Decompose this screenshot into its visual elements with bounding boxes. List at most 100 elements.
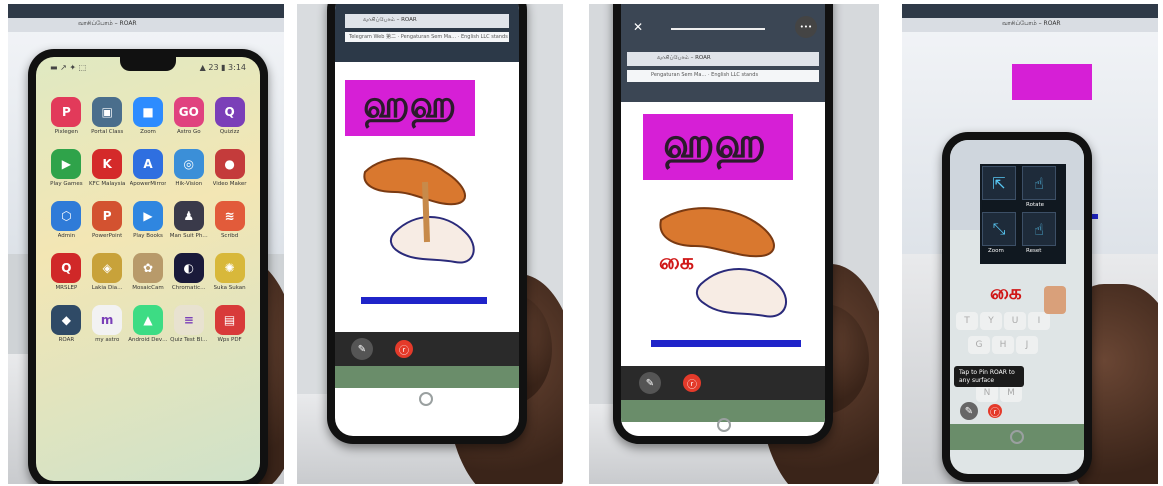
smartphone: ✕ ••• வாசிப்போம் – ROAR Pengaturan Sem M…	[613, 4, 833, 444]
rotate-label: Rotate	[1026, 202, 1045, 208]
keyboard-key: T	[956, 312, 978, 330]
pin-tooltip: Tap to Pin ROAR to any surface	[954, 366, 1024, 387]
app-icon-6[interactable]: K KFC Malaysia	[87, 149, 128, 187]
home-button-icon[interactable]	[717, 418, 731, 432]
app-icon-9[interactable]: ● Video Maker	[209, 149, 250, 187]
app-glyph-icon: A	[132, 149, 163, 179]
reset-label: Reset	[1026, 248, 1042, 254]
ar-toolbar: ✎ ⓡ	[335, 332, 519, 366]
zoom-tool-icon[interactable]: ⤡	[982, 212, 1016, 246]
app-glyph-icon: ▶	[132, 201, 163, 231]
app-glyph-icon: P	[92, 201, 123, 231]
underline-bar	[651, 340, 801, 347]
app-glyph-icon: ▲	[132, 305, 163, 335]
app-icon-16[interactable]: ◈ Lakia Dia…	[87, 253, 128, 291]
keyboard-key: Y	[980, 312, 1002, 330]
underline-bar	[361, 297, 487, 304]
app-icon-23[interactable]: ≡ Quiz Test Bl…	[168, 305, 209, 343]
app-icon-17[interactable]: ✿ MosaicCam	[128, 253, 169, 291]
app-glyph-icon: ▤	[214, 305, 245, 335]
app-label: my astro	[95, 337, 120, 343]
camera-tab-strip: வாசிப்போம் – ROAR	[345, 14, 509, 28]
title-glyph: ஹஹ	[663, 118, 766, 167]
app-label: KFC Malaysia	[88, 181, 126, 187]
keyboard-key: J	[1016, 336, 1038, 354]
app-label: PowerPoint	[92, 233, 123, 239]
keyboard-key: I	[1028, 312, 1050, 330]
app-glyph-icon: ≋	[214, 201, 245, 231]
app-icon-21[interactable]: m my astro	[87, 305, 128, 343]
front-camera-notch	[120, 57, 176, 71]
app-label: Scribd	[220, 233, 239, 239]
camera-monitor-top: வாசிப்போம் – ROAR Telegram Web 第二 · Peng…	[335, 4, 519, 62]
app-icon-13[interactable]: ♟ Man Suit Ph…	[168, 201, 209, 239]
ar-camera-view: வாசிப்போம் – ROAR Telegram Web 第二 · Peng…	[335, 4, 519, 436]
app-icon-4[interactable]: Q Quizizz	[209, 97, 250, 135]
camera-monitor-top: ✕ ••• வாசிப்போம் – ROAR Pengaturan Sem M…	[621, 4, 825, 102]
app-glyph-icon: ■	[132, 97, 163, 127]
status-left: ▬ ↗ ✦ ⬚	[50, 63, 87, 72]
monitor-browser-bar	[8, 4, 284, 18]
app-icon-20[interactable]: ◆ ROAR	[46, 305, 87, 343]
monitor-title-banner	[1012, 64, 1092, 100]
app-glyph-icon: ◎	[173, 149, 204, 179]
app-label: Chromatic…	[171, 285, 206, 291]
app-label: Pixlegen	[54, 129, 79, 135]
app-icon-0[interactable]: P Pixlegen	[46, 97, 87, 135]
more-options-icon[interactable]: •••	[795, 16, 817, 38]
app-icon-7[interactable]: A ApowerMirror	[128, 149, 169, 187]
app-icon-2[interactable]: ■ Zoom	[128, 97, 169, 135]
reset-tool-icon[interactable]: ☝	[1022, 212, 1056, 246]
app-icon-3[interactable]: GO Astro Go	[168, 97, 209, 135]
app-icon-18[interactable]: ◐ Chromatic…	[168, 253, 209, 291]
monitor-browser-bar	[902, 4, 1158, 18]
app-icon-1[interactable]: ▣ Portal Class	[87, 97, 128, 135]
pan-tool-icon[interactable]: ☝	[1022, 166, 1056, 200]
app-label: Play Books	[133, 233, 163, 239]
app-label: MosaicCam	[132, 285, 164, 291]
app-icon-10[interactable]: ⬡ Admin	[46, 201, 87, 239]
ar-record-button[interactable]: ⓡ	[988, 404, 1002, 419]
smartphone: வாசிப்போம் – ROAR Telegram Web 第二 · Peng…	[327, 4, 527, 444]
home-button-icon[interactable]	[1010, 430, 1024, 444]
app-icon-22[interactable]: ▲ Android Dev…	[128, 305, 169, 343]
title-glyph: ஹஹ	[363, 82, 457, 126]
home-screen: ▬ ↗ ✦ ⬚ ▲ 23 ▮ 3:14 P Pixlegen ▣ Portal Cla…	[36, 57, 260, 481]
ar-record-button[interactable]: ⓡ	[395, 340, 413, 358]
pin-icon[interactable]: ✎	[351, 338, 373, 360]
ar-camera-view: ⇱ ☝ Rotate ⤡ ☝ Zoom Reset TYUIGHJNM கை T…	[950, 140, 1084, 474]
app-icon-11[interactable]: P PowerPoint	[87, 201, 128, 239]
progress-line	[671, 28, 765, 30]
smartphone: ▬ ↗ ✦ ⬚ ▲ 23 ▮ 3:14 P Pixlegen ▣ Portal Cla…	[28, 49, 268, 484]
app-icon-14[interactable]: ≋ Scribd	[209, 201, 250, 239]
pin-icon[interactable]: ✎	[639, 372, 661, 394]
app-glyph-icon: ●	[214, 149, 245, 179]
app-icon-15[interactable]: Q MRSLEP	[46, 253, 87, 291]
app-label: ROAR	[58, 337, 75, 343]
photo-ar-menu: வாசிப்போம் – ROAR ⇱ ☝ Rotate ⤡ ☝ Zoom Re…	[902, 4, 1158, 484]
camera-bookmarks: Telegram Web 第二 · Pengaturan Sem Ma… · E…	[349, 34, 508, 40]
app-icon-24[interactable]: ▤ Wps PDF	[209, 305, 250, 343]
move-tool-icon[interactable]: ⇱	[982, 166, 1016, 200]
home-button-icon[interactable]	[419, 392, 433, 406]
app-label: Admin	[57, 233, 76, 239]
app-glyph-icon: ▶	[51, 149, 82, 179]
camera-bookmark-bar: Telegram Web 第二 · Pengaturan Sem Ma… · E…	[345, 32, 509, 42]
photo-home-screen: வாசிப்போம் – ROAR ▬ ↗ ✦ ⬚ ▲ 23 ▮ 3:14 PP…	[8, 4, 284, 484]
ar-record-button[interactable]: ⓡ	[683, 374, 701, 392]
app-icon-12[interactable]: ▶ Play Books	[128, 201, 169, 239]
app-glyph-icon: ♟	[173, 201, 204, 231]
app-label: MRSLEP	[55, 285, 78, 291]
photo-ar-word: ✕ ••• வாசிப்போம் – ROAR Pengaturan Sem M…	[589, 4, 879, 484]
app-label: Android Dev…	[128, 337, 168, 343]
app-label: Quiz Test Bl…	[170, 337, 208, 343]
app-icon-19[interactable]: ✺ Suka Sukan	[209, 253, 250, 291]
ar-camera-view: ✕ ••• வாசிப்போம் – ROAR Pengaturan Sem M…	[621, 4, 825, 436]
close-icon[interactable]: ✕	[633, 20, 643, 34]
app-icon-8[interactable]: ◎ Hik-Vision	[168, 149, 209, 187]
app-icon-5[interactable]: ▶ Play Games	[46, 149, 87, 187]
title-banner: ஹஹ	[643, 114, 793, 180]
monitor-tab-label: வாசிப்போம் – ROAR	[78, 20, 137, 27]
app-glyph-icon: P	[51, 97, 82, 127]
pin-icon[interactable]: ✎	[960, 402, 978, 420]
